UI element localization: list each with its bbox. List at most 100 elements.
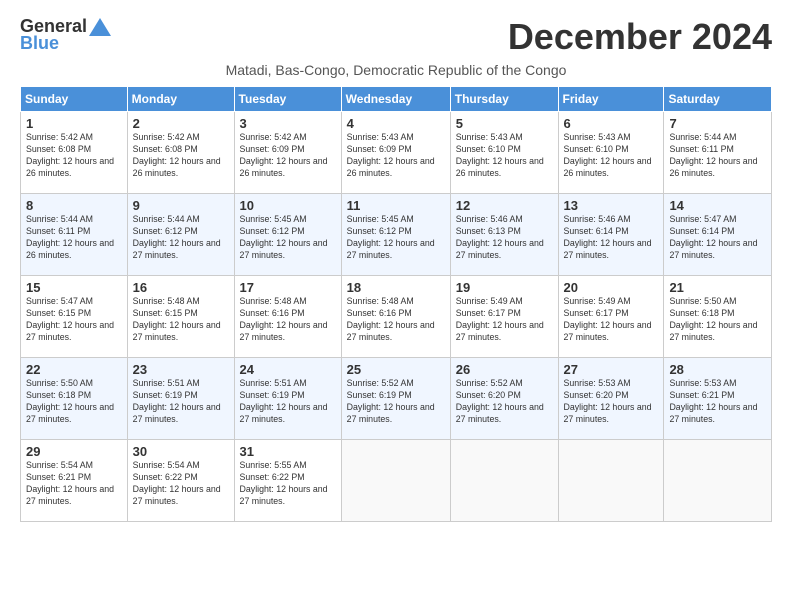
day-number: 16: [133, 280, 229, 295]
col-tuesday: Tuesday: [234, 87, 341, 112]
calendar-week-row: 1 Sunrise: 5:42 AMSunset: 6:08 PMDayligh…: [21, 112, 772, 194]
day-number: 29: [26, 444, 122, 459]
calendar-week-row: 29 Sunrise: 5:54 AMSunset: 6:21 PMDaylig…: [21, 440, 772, 522]
calendar-table: Sunday Monday Tuesday Wednesday Thursday…: [20, 86, 772, 522]
table-row: 15 Sunrise: 5:47 AMSunset: 6:15 PMDaylig…: [21, 276, 128, 358]
col-wednesday: Wednesday: [341, 87, 450, 112]
day-info: Sunrise: 5:46 AMSunset: 6:13 PMDaylight:…: [456, 214, 544, 260]
calendar-week-row: 8 Sunrise: 5:44 AMSunset: 6:11 PMDayligh…: [21, 194, 772, 276]
day-number: 22: [26, 362, 122, 377]
table-row: [558, 440, 664, 522]
day-number: 4: [347, 116, 445, 131]
col-monday: Monday: [127, 87, 234, 112]
day-info: Sunrise: 5:52 AMSunset: 6:20 PMDaylight:…: [456, 378, 544, 424]
day-info: Sunrise: 5:51 AMSunset: 6:19 PMDaylight:…: [240, 378, 328, 424]
day-info: Sunrise: 5:46 AMSunset: 6:14 PMDaylight:…: [564, 214, 652, 260]
day-number: 28: [669, 362, 766, 377]
day-number: 24: [240, 362, 336, 377]
day-info: Sunrise: 5:43 AMSunset: 6:10 PMDaylight:…: [456, 132, 544, 178]
day-number: 14: [669, 198, 766, 213]
day-number: 25: [347, 362, 445, 377]
day-number: 2: [133, 116, 229, 131]
day-number: 15: [26, 280, 122, 295]
logo-blue: Blue: [20, 33, 59, 54]
table-row: 1 Sunrise: 5:42 AMSunset: 6:08 PMDayligh…: [21, 112, 128, 194]
day-info: Sunrise: 5:49 AMSunset: 6:17 PMDaylight:…: [456, 296, 544, 342]
table-row: 22 Sunrise: 5:50 AMSunset: 6:18 PMDaylig…: [21, 358, 128, 440]
day-number: 20: [564, 280, 659, 295]
day-info: Sunrise: 5:48 AMSunset: 6:16 PMDaylight:…: [347, 296, 435, 342]
subtitle: Matadi, Bas-Congo, Democratic Republic o…: [20, 62, 772, 78]
table-row: 26 Sunrise: 5:52 AMSunset: 6:20 PMDaylig…: [450, 358, 558, 440]
day-info: Sunrise: 5:48 AMSunset: 6:15 PMDaylight:…: [133, 296, 221, 342]
day-info: Sunrise: 5:49 AMSunset: 6:17 PMDaylight:…: [564, 296, 652, 342]
table-row: 28 Sunrise: 5:53 AMSunset: 6:21 PMDaylig…: [664, 358, 772, 440]
col-saturday: Saturday: [664, 87, 772, 112]
day-number: 21: [669, 280, 766, 295]
day-info: Sunrise: 5:42 AMSunset: 6:08 PMDaylight:…: [26, 132, 114, 178]
table-row: 19 Sunrise: 5:49 AMSunset: 6:17 PMDaylig…: [450, 276, 558, 358]
table-row: 10 Sunrise: 5:45 AMSunset: 6:12 PMDaylig…: [234, 194, 341, 276]
table-row: 24 Sunrise: 5:51 AMSunset: 6:19 PMDaylig…: [234, 358, 341, 440]
day-info: Sunrise: 5:50 AMSunset: 6:18 PMDaylight:…: [669, 296, 757, 342]
day-info: Sunrise: 5:44 AMSunset: 6:11 PMDaylight:…: [669, 132, 757, 178]
table-row: 30 Sunrise: 5:54 AMSunset: 6:22 PMDaylig…: [127, 440, 234, 522]
page: General Blue December 2024 Matadi, Bas-C…: [0, 0, 792, 612]
day-number: 23: [133, 362, 229, 377]
day-info: Sunrise: 5:50 AMSunset: 6:18 PMDaylight:…: [26, 378, 114, 424]
day-info: Sunrise: 5:54 AMSunset: 6:21 PMDaylight:…: [26, 460, 114, 506]
col-friday: Friday: [558, 87, 664, 112]
day-info: Sunrise: 5:47 AMSunset: 6:14 PMDaylight:…: [669, 214, 757, 260]
table-row: 16 Sunrise: 5:48 AMSunset: 6:15 PMDaylig…: [127, 276, 234, 358]
day-number: 8: [26, 198, 122, 213]
day-info: Sunrise: 5:45 AMSunset: 6:12 PMDaylight:…: [240, 214, 328, 260]
day-info: Sunrise: 5:51 AMSunset: 6:19 PMDaylight:…: [133, 378, 221, 424]
day-info: Sunrise: 5:42 AMSunset: 6:08 PMDaylight:…: [133, 132, 221, 178]
table-row: 4 Sunrise: 5:43 AMSunset: 6:09 PMDayligh…: [341, 112, 450, 194]
day-info: Sunrise: 5:48 AMSunset: 6:16 PMDaylight:…: [240, 296, 328, 342]
table-row: 21 Sunrise: 5:50 AMSunset: 6:18 PMDaylig…: [664, 276, 772, 358]
table-row: [664, 440, 772, 522]
table-row: 20 Sunrise: 5:49 AMSunset: 6:17 PMDaylig…: [558, 276, 664, 358]
col-sunday: Sunday: [21, 87, 128, 112]
table-row: 9 Sunrise: 5:44 AMSunset: 6:12 PMDayligh…: [127, 194, 234, 276]
table-row: [341, 440, 450, 522]
day-number: 1: [26, 116, 122, 131]
table-row: 5 Sunrise: 5:43 AMSunset: 6:10 PMDayligh…: [450, 112, 558, 194]
day-number: 9: [133, 198, 229, 213]
day-number: 31: [240, 444, 336, 459]
table-row: 7 Sunrise: 5:44 AMSunset: 6:11 PMDayligh…: [664, 112, 772, 194]
table-row: 2 Sunrise: 5:42 AMSunset: 6:08 PMDayligh…: [127, 112, 234, 194]
day-info: Sunrise: 5:54 AMSunset: 6:22 PMDaylight:…: [133, 460, 221, 506]
calendar-header-row: Sunday Monday Tuesday Wednesday Thursday…: [21, 87, 772, 112]
day-number: 12: [456, 198, 553, 213]
day-info: Sunrise: 5:44 AMSunset: 6:11 PMDaylight:…: [26, 214, 114, 260]
calendar-week-row: 15 Sunrise: 5:47 AMSunset: 6:15 PMDaylig…: [21, 276, 772, 358]
col-thursday: Thursday: [450, 87, 558, 112]
day-info: Sunrise: 5:53 AMSunset: 6:21 PMDaylight:…: [669, 378, 757, 424]
table-row: 11 Sunrise: 5:45 AMSunset: 6:12 PMDaylig…: [341, 194, 450, 276]
day-number: 30: [133, 444, 229, 459]
day-number: 10: [240, 198, 336, 213]
day-info: Sunrise: 5:45 AMSunset: 6:12 PMDaylight:…: [347, 214, 435, 260]
day-number: 17: [240, 280, 336, 295]
table-row: 12 Sunrise: 5:46 AMSunset: 6:13 PMDaylig…: [450, 194, 558, 276]
day-number: 13: [564, 198, 659, 213]
table-row: 8 Sunrise: 5:44 AMSunset: 6:11 PMDayligh…: [21, 194, 128, 276]
table-row: 3 Sunrise: 5:42 AMSunset: 6:09 PMDayligh…: [234, 112, 341, 194]
table-row: 23 Sunrise: 5:51 AMSunset: 6:19 PMDaylig…: [127, 358, 234, 440]
table-row: 29 Sunrise: 5:54 AMSunset: 6:21 PMDaylig…: [21, 440, 128, 522]
day-info: Sunrise: 5:43 AMSunset: 6:09 PMDaylight:…: [347, 132, 435, 178]
table-row: 31 Sunrise: 5:55 AMSunset: 6:22 PMDaylig…: [234, 440, 341, 522]
day-number: 27: [564, 362, 659, 377]
table-row: 13 Sunrise: 5:46 AMSunset: 6:14 PMDaylig…: [558, 194, 664, 276]
day-info: Sunrise: 5:52 AMSunset: 6:19 PMDaylight:…: [347, 378, 435, 424]
header: General Blue December 2024: [20, 16, 772, 58]
day-number: 5: [456, 116, 553, 131]
day-number: 18: [347, 280, 445, 295]
table-row: 18 Sunrise: 5:48 AMSunset: 6:16 PMDaylig…: [341, 276, 450, 358]
day-number: 3: [240, 116, 336, 131]
day-number: 19: [456, 280, 553, 295]
day-number: 7: [669, 116, 766, 131]
day-info: Sunrise: 5:44 AMSunset: 6:12 PMDaylight:…: [133, 214, 221, 260]
